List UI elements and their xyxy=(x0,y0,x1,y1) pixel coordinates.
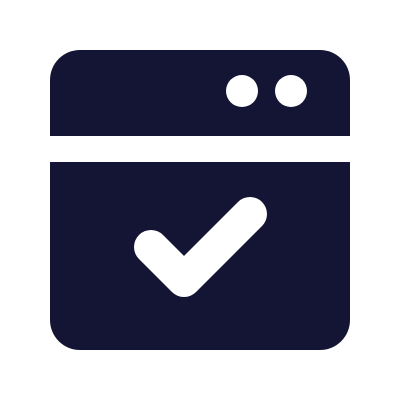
browser-window-check-icon xyxy=(50,50,350,350)
icon-canvas xyxy=(0,0,400,400)
window-control-dot-right xyxy=(275,75,307,107)
window-control-dot-left xyxy=(226,75,258,107)
